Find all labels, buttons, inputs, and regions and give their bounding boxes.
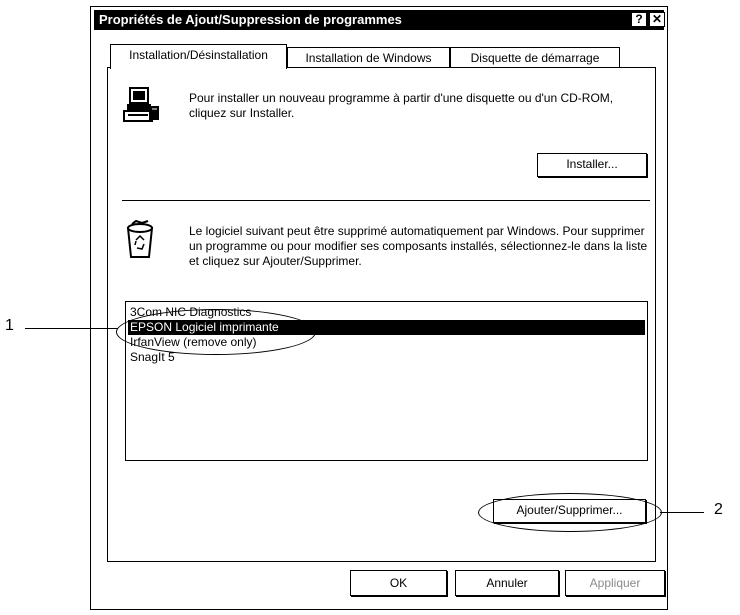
window-title: Propriétés de Ajout/Suppression de progr… [99, 12, 402, 27]
ok-button[interactable]: OK [350, 570, 447, 596]
help-button[interactable]: ? [631, 12, 647, 27]
tab-installation-windows[interactable]: Installation de Windows [287, 47, 450, 69]
computer-install-icon [122, 86, 162, 124]
callout-number-1: 1 [5, 317, 14, 334]
title-bar[interactable]: Propriétés de Ajout/Suppression de progr… [94, 10, 665, 30]
tab-label: Installation de Windows [305, 51, 432, 65]
uninstall-description: Le logiciel suivant peut être supprimé a… [189, 224, 648, 268]
callout-ellipse-1 [116, 309, 316, 355]
cancel-button[interactable]: Annuler [455, 570, 559, 596]
tab-label: Installation/Désinstallation [129, 48, 268, 62]
install-description: Pour installer un nouveau programme à pa… [189, 91, 614, 120]
install-button[interactable]: Installer... [537, 153, 647, 177]
active-tab-join [111, 67, 286, 69]
recycle-bin-icon [122, 219, 158, 260]
callout-number-2: 2 [714, 501, 723, 518]
apply-label: Appliquer [589, 576, 641, 590]
callout-ellipse-2 [478, 493, 662, 532]
cancel-label: Annuler [486, 576, 528, 590]
install-button-label: Installer... [566, 157, 618, 171]
callout-line-2 [660, 512, 704, 513]
tab-disquette-demarrage[interactable]: Disquette de démarrage [450, 47, 620, 69]
separator [122, 200, 650, 201]
callout-line-1 [25, 328, 118, 329]
close-button[interactable]: ✕ [649, 12, 665, 27]
apply-button[interactable]: Appliquer [565, 570, 665, 596]
tab-label: Disquette de démarrage [470, 51, 600, 65]
tab-installation-desinstallation[interactable]: Installation/Désinstallation [110, 44, 287, 69]
ok-label: OK [389, 576, 408, 590]
